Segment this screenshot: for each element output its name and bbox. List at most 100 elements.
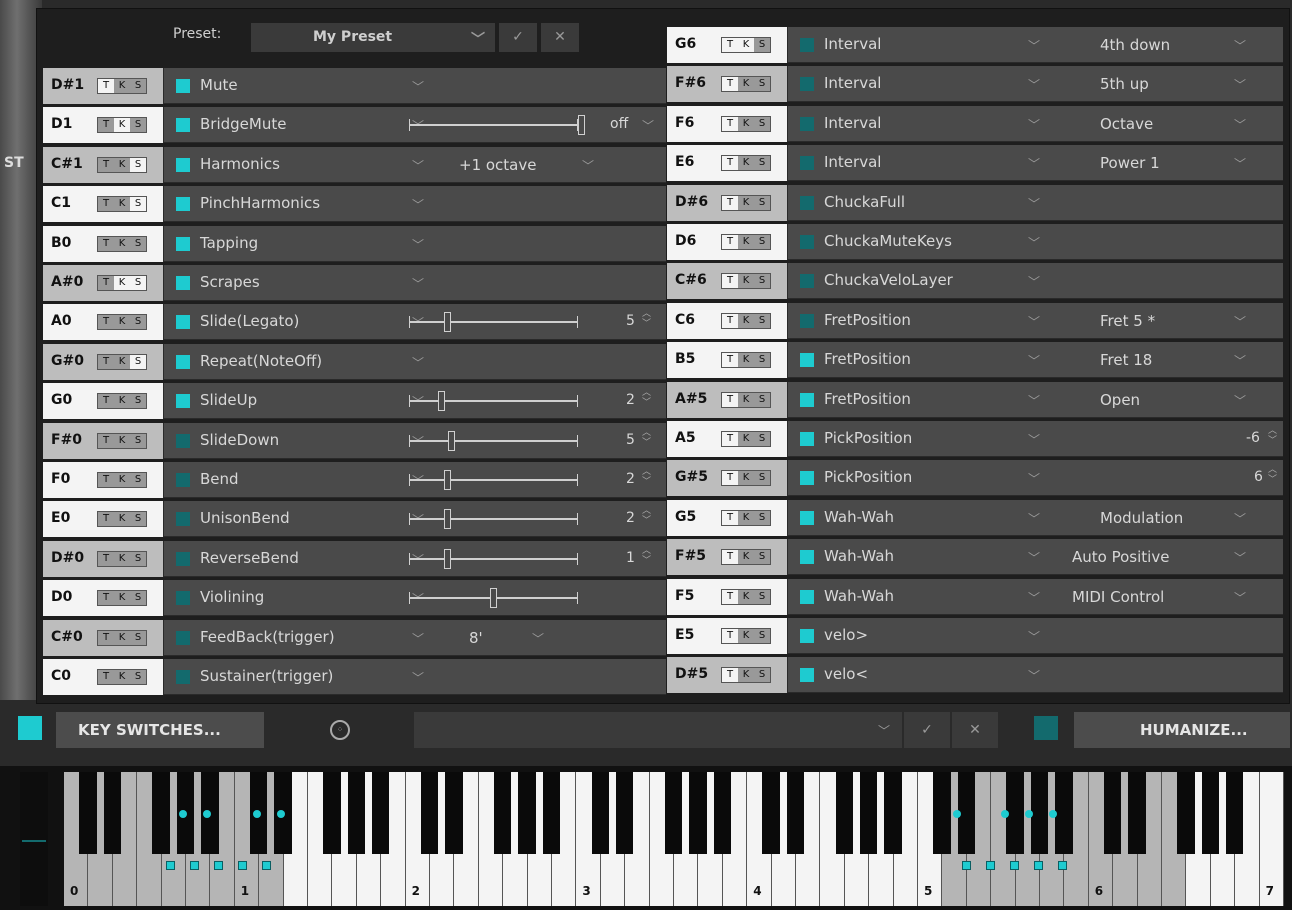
articulation-cell[interactable]: Wah-Wah ﹀ Modulation ﹀ [787, 499, 1283, 536]
tks-k-toggle[interactable]: K [738, 235, 754, 249]
tks-k-toggle[interactable]: K [738, 432, 754, 446]
slider-thumb[interactable] [438, 391, 445, 412]
tks-s-toggle[interactable]: S [754, 274, 770, 288]
enable-toggle[interactable] [800, 668, 814, 683]
tks-k-toggle[interactable]: K [114, 118, 130, 133]
preset-select[interactable]: My Preset ﹀ [251, 23, 495, 52]
chevron-down-icon[interactable]: ﹀ [1028, 431, 1040, 448]
tks-k-toggle[interactable]: K [114, 315, 130, 329]
enable-toggle[interactable] [176, 79, 190, 93]
black-key[interactable] [1177, 772, 1195, 854]
tks-k-toggle[interactable]: K [114, 197, 130, 211]
chevron-down-icon[interactable]: ﹀ [1028, 589, 1040, 606]
chevron-down-icon[interactable]: ﹀ [642, 117, 654, 134]
black-key[interactable] [103, 772, 122, 854]
tks-t-toggle[interactable]: T [722, 274, 738, 289]
enable-toggle[interactable] [176, 354, 190, 369]
spinner-icon[interactable]: ︿ ﹀ [642, 506, 651, 526]
spinner-icon[interactable]: ︿ ﹀ [642, 388, 651, 408]
black-key[interactable] [79, 772, 97, 854]
chevron-down-icon[interactable]: ﹀ [1028, 195, 1040, 212]
black-key[interactable] [859, 772, 878, 854]
articulation-cell[interactable]: Harmonics ﹀ +1 octave ﹀ [163, 146, 666, 183]
black-key[interactable] [1030, 772, 1049, 854]
enable-toggle[interactable] [800, 471, 814, 486]
chevron-down-icon[interactable]: ﹀ [412, 157, 424, 174]
tks-s-toggle[interactable]: S [754, 511, 770, 525]
enable-toggle[interactable] [800, 116, 814, 131]
articulation-cell[interactable]: ChuckaFull ﹀ [787, 184, 1283, 221]
chevron-down-icon[interactable]: ﹀ [1234, 352, 1246, 369]
tks-k-toggle[interactable]: K [114, 394, 130, 408]
tks-t-toggle[interactable]: T [722, 550, 738, 565]
tks-t-toggle[interactable]: T [722, 589, 738, 604]
tks-s-toggle[interactable]: S [754, 38, 770, 52]
tks-k-toggle[interactable]: K [738, 511, 754, 525]
tks-s-toggle[interactable]: S [130, 315, 146, 329]
slider-thumb[interactable] [578, 115, 585, 136]
spinner-icon[interactable]: ︿ ﹀ [1268, 426, 1277, 446]
tks-t-toggle[interactable]: T [98, 631, 114, 645]
tks-k-toggle[interactable]: K [114, 276, 130, 290]
confirm-button[interactable]: ✓ [904, 712, 950, 748]
articulation-cell[interactable]: Tapping ﹀ [163, 225, 666, 262]
tks-t-toggle[interactable]: T [98, 670, 114, 684]
preset-confirm-button[interactable]: ✓ [499, 23, 537, 52]
black-key[interactable] [371, 772, 390, 854]
articulation-cell[interactable]: Interval ﹀ Octave ﹀ [787, 105, 1283, 142]
black-key[interactable] [664, 772, 683, 854]
chevron-down-icon[interactable]: ﹀ [1028, 234, 1040, 251]
tks-t-toggle[interactable]: T [98, 237, 114, 251]
enable-toggle[interactable] [176, 433, 190, 448]
value-slider[interactable] [409, 391, 578, 412]
enable-toggle[interactable] [800, 274, 814, 289]
tks-t-toggle[interactable]: T [98, 355, 114, 369]
chevron-down-icon[interactable]: ﹀ [1028, 628, 1040, 645]
black-key[interactable] [884, 772, 902, 854]
articulation-cell[interactable]: ReverseBend ﹀ 1 ︿ ﹀ [163, 540, 666, 577]
pitch-wheel[interactable] [20, 772, 48, 906]
black-key[interactable] [542, 772, 561, 854]
tks-s-toggle[interactable]: S [130, 434, 146, 448]
enable-toggle[interactable] [800, 629, 814, 643]
tks-s-toggle[interactable]: S [130, 118, 146, 132]
enable-toggle[interactable] [800, 38, 814, 52]
tks-t-toggle[interactable]: T [722, 77, 738, 92]
chevron-down-icon[interactable]: ﹀ [1028, 549, 1040, 566]
value-slider[interactable] [409, 588, 578, 609]
tks-s-toggle[interactable]: S [754, 393, 770, 407]
black-key[interactable] [445, 772, 463, 854]
enable-toggle[interactable] [800, 313, 814, 328]
chevron-down-icon[interactable]: ﹀ [1028, 352, 1040, 369]
enable-toggle[interactable] [176, 315, 190, 330]
tks-t-toggle[interactable]: T [722, 392, 738, 407]
tks-t-toggle[interactable]: T [722, 668, 738, 683]
articulation-cell[interactable]: Interval ﹀ Power 1 ﹀ [787, 145, 1283, 182]
spinner-icon[interactable]: ︿ ﹀ [642, 467, 651, 487]
slider-thumb[interactable] [444, 470, 451, 490]
tks-s-toggle[interactable]: S [754, 235, 770, 249]
tks-s-toggle[interactable]: S [130, 473, 146, 487]
chevron-down-icon[interactable]: ﹀ [412, 236, 424, 253]
articulation-cell[interactable]: Interval ﹀ 5th up ﹀ [787, 66, 1283, 103]
chevron-down-icon[interactable]: ﹀ [412, 669, 424, 686]
black-key[interactable] [518, 772, 536, 854]
chevron-down-icon[interactable]: ﹀ [1234, 76, 1246, 93]
tks-k-toggle[interactable]: K [738, 590, 754, 604]
articulation-cell[interactable]: SlideDown ﹀ 5 ︿ ﹀ [163, 422, 666, 459]
tks-s-toggle[interactable]: S [754, 550, 770, 564]
chevron-down-icon[interactable]: ﹀ [582, 157, 594, 174]
enable-toggle[interactable] [176, 473, 190, 487]
value-slider[interactable] [409, 548, 578, 569]
tks-t-toggle[interactable]: T [722, 629, 738, 643]
tks-t-toggle[interactable]: T [98, 512, 114, 526]
tks-t-toggle[interactable]: T [98, 79, 114, 93]
tks-s-toggle[interactable]: S [754, 117, 770, 131]
articulation-cell[interactable]: FretPosition ﹀ Fret 5 * ﹀ [787, 302, 1283, 339]
enable-toggle[interactable] [800, 550, 814, 565]
key-switches-toggle[interactable] [18, 716, 42, 740]
tks-s-toggle[interactable]: S [130, 552, 146, 566]
black-key[interactable] [493, 772, 512, 854]
tks-k-toggle[interactable]: K [738, 196, 754, 210]
tks-k-toggle[interactable]: K [114, 631, 130, 645]
